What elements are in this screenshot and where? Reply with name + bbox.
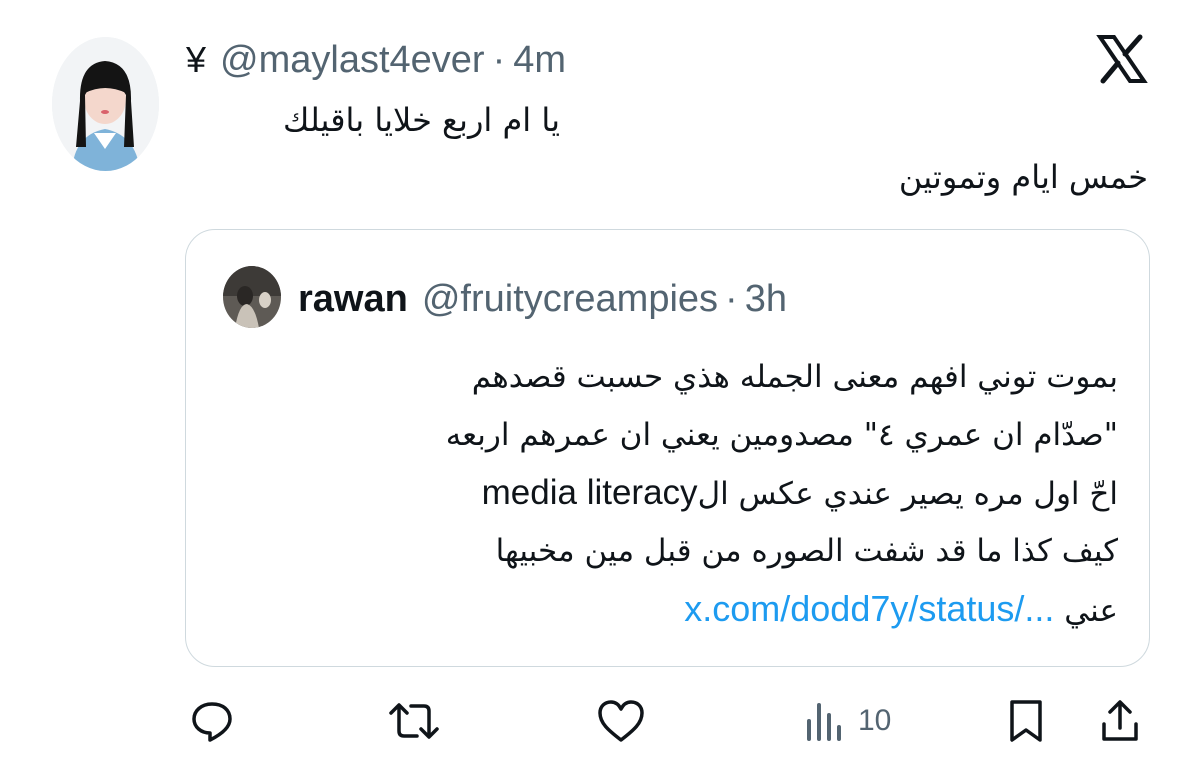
tweet-text-line-1: يا ام اربع خلايا باقيلك xyxy=(282,101,560,139)
retweet-icon xyxy=(389,703,439,739)
separator-dot: · xyxy=(725,277,738,320)
separator-dot: · xyxy=(492,38,506,81)
quoted-tweet-header: rawan @fruitycreampies · 3h xyxy=(298,275,787,323)
bookmark-icon xyxy=(1010,700,1042,742)
avatar[interactable] xyxy=(52,37,159,171)
quoted-display-name[interactable]: rawan xyxy=(298,278,408,321)
share-icon xyxy=(1102,700,1138,741)
quoted-text-line-4: كيف كذا ما قد شفت الصوره من قبل مين مخبي… xyxy=(495,533,1118,569)
action-bar: 10 xyxy=(0,688,1178,758)
quoted-text-line-1: بموت توني افهم معنى الجمله هذي حسبت قصده… xyxy=(471,359,1118,395)
views-count: 10 xyxy=(858,704,892,737)
quoted-text-last-word: عني xyxy=(1064,593,1118,629)
reply-icon xyxy=(192,702,232,742)
reply-button[interactable] xyxy=(188,696,236,746)
quoted-handle[interactable]: @fruitycreampies xyxy=(422,278,718,321)
tweet-text-line-2: خمس ايام وتموتين xyxy=(898,158,1148,196)
views-button[interactable]: 10 xyxy=(804,696,891,746)
user-badge: ¥ xyxy=(186,39,207,80)
quoted-time[interactable]: 3h xyxy=(745,278,787,321)
x-logo-icon xyxy=(1096,33,1148,85)
share-button[interactable] xyxy=(1100,696,1140,746)
retweet-button[interactable] xyxy=(387,696,441,746)
user-handle[interactable]: @maylast4ever xyxy=(220,39,485,82)
quoted-text-line-2: "صدّام ان عمري ٤" مصدومين يعني ان عمرهم … xyxy=(445,417,1118,453)
quoted-link[interactable]: x.com/dodd7y/status/... xyxy=(684,588,1054,629)
tweet-screenshot: ¥ @maylast4ever · 4m يا ام اربع خلايا با… xyxy=(0,0,1178,759)
like-button[interactable] xyxy=(596,696,646,746)
tweet-header: ¥ @maylast4ever · 4m xyxy=(186,33,566,87)
tweet-time[interactable]: 4m xyxy=(513,39,566,82)
quoted-text-line-3-arabic: احّ اول مره يصير عندي عكس ال xyxy=(697,476,1118,512)
views-icon xyxy=(807,703,841,741)
bookmark-button[interactable] xyxy=(1006,696,1046,746)
quoted-text-line-5: عني x.com/dodd7y/status/... xyxy=(684,580,1118,638)
quoted-text-line-3-english: media literacy xyxy=(481,473,698,512)
quoted-text-line-3: احّ اول مره يصير عندي عكس الmedia litera… xyxy=(482,464,1118,522)
like-icon xyxy=(598,700,644,742)
quoted-avatar[interactable] xyxy=(223,266,281,328)
